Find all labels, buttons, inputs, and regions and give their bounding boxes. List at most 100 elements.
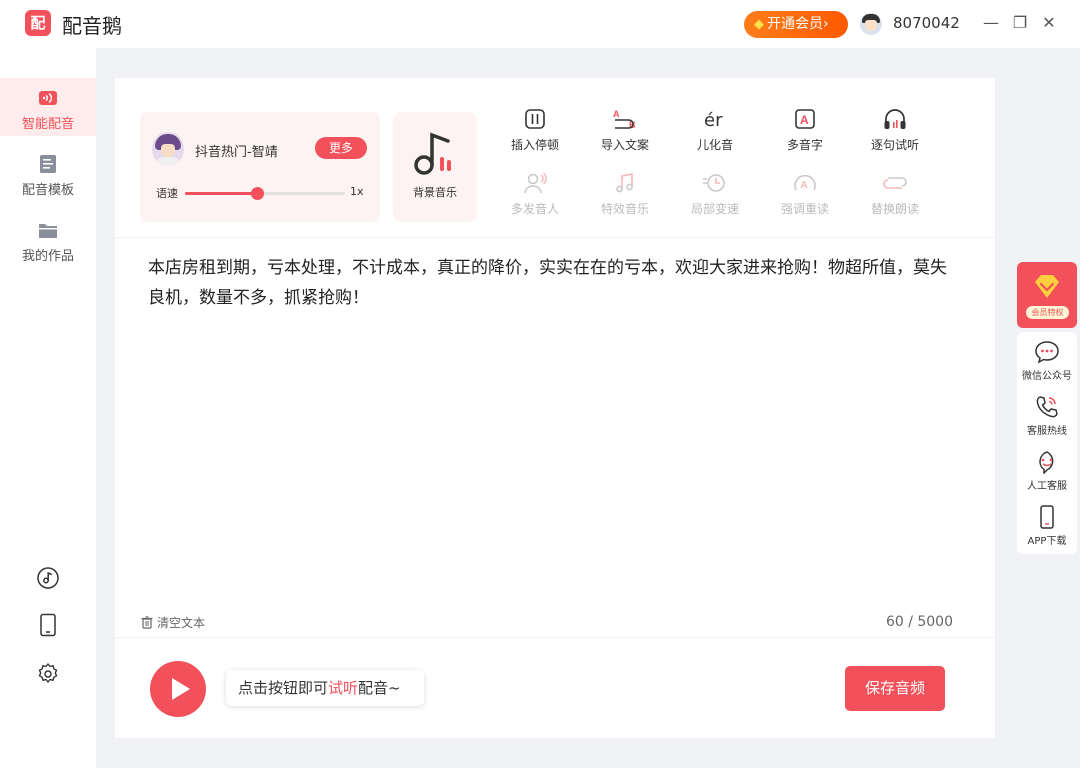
folder-icon bbox=[39, 224, 57, 238]
vip-privilege-button[interactable]: 会员特权 bbox=[1017, 262, 1077, 328]
tool-erhua[interactable]: ér 儿化音 bbox=[675, 108, 755, 158]
float-label: 微信公众号 bbox=[1022, 371, 1072, 382]
play-button[interactable] bbox=[150, 661, 206, 717]
phone-icon[interactable] bbox=[36, 613, 60, 637]
tool-partial-speed[interactable]: 局部变速 bbox=[675, 172, 755, 222]
app-download-button[interactable]: APP下载 bbox=[1017, 505, 1077, 555]
tool-label: 多音字 bbox=[786, 138, 823, 152]
more-voices-button[interactable]: 更多 bbox=[315, 137, 367, 159]
float-label: APP下载 bbox=[1027, 536, 1067, 547]
speed-value: 1x bbox=[350, 185, 364, 198]
chevron-right-icon: › bbox=[823, 16, 829, 32]
clear-text-button[interactable]: 清空文本 bbox=[141, 614, 205, 631]
hint-text: 点击按钮即可 bbox=[238, 679, 329, 697]
tool-label: 替换朗读 bbox=[870, 202, 919, 216]
sidebar-item-template[interactable]: 配音模板 bbox=[0, 144, 96, 202]
main-panel: 抖音热门-智靖 更多 语速 1x 背景音乐 插入停顿 A B 导入文案 ér 儿… bbox=[115, 78, 995, 738]
diamond-icon bbox=[1035, 275, 1059, 298]
service-panel: 微信公众号 客服热线 人工客服 APP下载 bbox=[1017, 332, 1077, 554]
divider bbox=[115, 237, 995, 238]
hotline-button[interactable]: 客服热线 bbox=[1017, 395, 1077, 445]
tool-label: 导入文案 bbox=[600, 138, 649, 152]
effect-music-icon bbox=[616, 173, 633, 193]
tool-label: 强调重读 bbox=[780, 202, 829, 216]
smart-dubbing-icon bbox=[39, 91, 57, 105]
tool-sentence-preview[interactable]: 逐句试听 bbox=[855, 108, 935, 158]
close-button[interactable]: ✕ bbox=[1038, 12, 1060, 34]
play-hint: 点击按钮即可试听配音~ bbox=[226, 670, 424, 706]
tool-label: 局部变速 bbox=[690, 202, 739, 216]
user-id: 8070042 bbox=[893, 14, 960, 32]
human-service-button[interactable]: 人工客服 bbox=[1017, 450, 1077, 500]
svg-text:A: A bbox=[613, 109, 620, 119]
tool-effect-music[interactable]: 特效音乐 bbox=[585, 172, 665, 222]
diamond-icon: ◆ bbox=[754, 17, 764, 32]
pause-insert-icon bbox=[525, 109, 545, 129]
sidebar-item-my-works[interactable]: 我的作品 bbox=[0, 210, 96, 268]
background-music-label: 背景音乐 bbox=[413, 186, 457, 199]
headphones-icon bbox=[884, 109, 906, 129]
restore-button[interactable]: ❐ bbox=[1009, 12, 1031, 34]
app-name: 配音鹅 bbox=[62, 14, 122, 38]
voice-card[interactable]: 抖音热门-智靖 更多 语速 1x bbox=[140, 112, 380, 222]
partial-speed-icon bbox=[703, 174, 725, 192]
hint-highlight: 试听 bbox=[328, 679, 359, 697]
trash-icon bbox=[141, 616, 153, 629]
phone-call-icon bbox=[1036, 396, 1058, 418]
music-disc-icon[interactable] bbox=[36, 566, 60, 590]
erhua-icon: ér bbox=[704, 110, 723, 130]
title-bar: 配 配音鹅 ◆ 开通会员› 8070042 — ❐ ✕ bbox=[0, 0, 1080, 48]
tool-emphasis[interactable]: A 强调重读 bbox=[765, 172, 845, 222]
sidebar: 智能配音 配音模板 我的作品 bbox=[0, 48, 96, 768]
replace-read-icon bbox=[883, 177, 907, 189]
wechat-chat-icon bbox=[1035, 341, 1059, 364]
speed-slider-fill bbox=[185, 192, 257, 195]
speed-label: 语速 bbox=[156, 187, 178, 200]
service-face-icon bbox=[1039, 451, 1054, 474]
svg-text:A: A bbox=[800, 113, 809, 127]
tool-polyphone[interactable]: A 多音字 bbox=[765, 108, 845, 158]
speed-slider-handle[interactable] bbox=[250, 187, 264, 200]
tool-insert-pause[interactable]: 插入停顿 bbox=[495, 108, 575, 158]
float-label: 人工客服 bbox=[1027, 481, 1067, 492]
template-icon bbox=[40, 155, 56, 173]
tool-multi-speaker[interactable]: 多发音人 bbox=[495, 172, 575, 222]
text-editor[interactable]: 本店房租到期，亏本处理，不计成本，真正的降价，实实在在的亏本，欢迎大家进来抢购！… bbox=[148, 253, 958, 313]
hint-text-suffix: 配音~ bbox=[358, 679, 401, 697]
vip-tag: 会员特权 bbox=[1026, 306, 1069, 319]
sidebar-item-smart-dubbing[interactable]: 智能配音 bbox=[0, 78, 96, 136]
polyphone-icon: A bbox=[795, 109, 815, 129]
sidebar-item-label: 智能配音 bbox=[21, 117, 74, 132]
gear-icon[interactable] bbox=[36, 662, 60, 686]
app-logo: 配 bbox=[25, 10, 51, 36]
clear-text-label: 清空文本 bbox=[157, 616, 206, 630]
sidebar-item-label: 配音模板 bbox=[21, 183, 74, 198]
user-avatar[interactable] bbox=[860, 13, 882, 35]
tool-import-text[interactable]: A B 导入文案 bbox=[585, 108, 665, 158]
emphasis-icon: A bbox=[794, 174, 816, 191]
voice-name: 抖音热门-智靖 bbox=[195, 145, 278, 160]
music-note-icon bbox=[414, 132, 451, 175]
tool-label: 多发音人 bbox=[510, 202, 559, 216]
speed-slider[interactable] bbox=[185, 187, 345, 200]
char-count: 60 / 5000 bbox=[885, 614, 953, 630]
tool-label: 特效音乐 bbox=[600, 202, 649, 216]
mobile-icon bbox=[1040, 505, 1054, 529]
play-icon bbox=[172, 678, 190, 700]
voice-avatar bbox=[152, 132, 184, 166]
float-label: 客服热线 bbox=[1027, 426, 1067, 437]
import-text-icon: A B bbox=[613, 109, 636, 130]
tool-label: 儿化音 bbox=[696, 138, 733, 152]
open-vip-label: 开通会员 bbox=[767, 16, 823, 32]
sidebar-item-label: 我的作品 bbox=[21, 249, 74, 264]
tool-replace-read[interactable]: 替换朗读 bbox=[855, 172, 935, 222]
background-music-button[interactable]: 背景音乐 bbox=[393, 112, 477, 222]
wechat-official-button[interactable]: 微信公众号 bbox=[1017, 340, 1077, 390]
svg-text:ér: ér bbox=[704, 110, 723, 130]
save-audio-button[interactable]: 保存音频 bbox=[845, 666, 945, 711]
svg-text:A: A bbox=[801, 180, 808, 191]
multi-speaker-icon bbox=[524, 172, 547, 194]
divider bbox=[115, 637, 995, 638]
minimize-button[interactable]: — bbox=[980, 12, 1002, 34]
open-vip-button[interactable]: ◆ 开通会员› bbox=[744, 11, 848, 38]
